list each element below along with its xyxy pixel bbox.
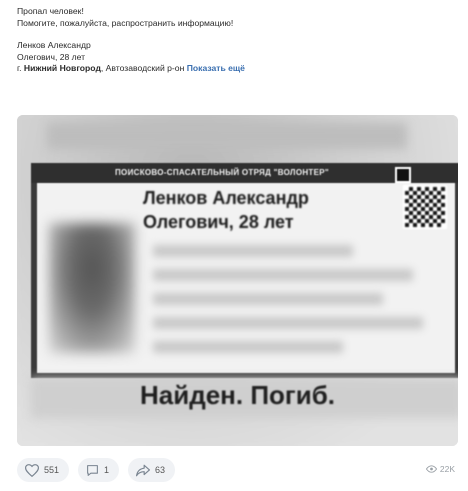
- post-image[interactable]: ПОИСКОВО-СПАСАТЕЛЬНЫЙ ОТРЯД "ВОЛОНТЕР" Л…: [17, 115, 458, 446]
- post-actions: 551 1 63: [17, 458, 176, 482]
- status-text: Найден. Погиб.: [140, 380, 335, 410]
- person-name: Ленков Александр: [17, 40, 91, 51]
- show-more-link[interactable]: Показать ещё: [187, 63, 245, 73]
- location-rest: , Автозаводский р-он: [100, 63, 185, 74]
- person-age: Олегович, 28 лет: [17, 51, 86, 62]
- qr-code-icon: [403, 185, 447, 229]
- comment-button[interactable]: 1: [78, 458, 120, 482]
- blurred-text: [153, 341, 343, 353]
- org-name: ПОИСКОВО-СПАСАТЕЛЬНЫЙ ОТРЯД "ВОЛОНТЕР": [115, 168, 329, 177]
- shares-count: 63: [155, 465, 166, 475]
- poster-name-line2: Олегович, 28 лет: [143, 212, 294, 232]
- like-button[interactable]: 551: [17, 458, 70, 482]
- share-button[interactable]: 63: [128, 458, 176, 482]
- post-line: Пропал человек!: [17, 6, 84, 16]
- qr-small-icon: [395, 167, 411, 183]
- views-counter: 22K: [425, 464, 455, 474]
- eye-icon: [425, 465, 437, 473]
- location-city: Нижний Новгород: [23, 63, 101, 74]
- poster-body: Ленков Александр Олегович, 28 лет: [37, 167, 455, 373]
- location-prefix: г.: [17, 63, 24, 74]
- poster-card: ПОИСКОВО-СПАСАТЕЛЬНЫЙ ОТРЯД "ВОЛОНТЕР" Л…: [31, 163, 458, 378]
- blurred-text: [153, 245, 353, 257]
- blurred-banner: [47, 123, 407, 149]
- share-icon: [136, 464, 151, 476]
- blurred-text: [153, 269, 413, 281]
- blurred-text: [153, 317, 423, 329]
- comment-icon: [87, 464, 98, 476]
- poster-header: ПОИСКОВО-СПАСАТЕЛЬНЫЙ ОТРЯД "ВОЛОНТЕР": [31, 163, 458, 183]
- views-count: 22K: [439, 464, 455, 474]
- likes-count: 551: [44, 465, 60, 475]
- person-photo: [49, 223, 135, 353]
- comments-count: 1: [104, 465, 110, 475]
- post-line: Помогите, пожалуйста, распространить инф…: [17, 17, 234, 28]
- poster-name-line1: Ленков Александр: [143, 188, 309, 208]
- blurred-text: [153, 293, 383, 305]
- location-line: г. Нижний Новгород, Автозаводский р-он П…: [17, 63, 245, 75]
- post-text: Пропал человек! Помогите, пожалуйста, ра…: [17, 6, 245, 75]
- heart-icon: [25, 463, 39, 477]
